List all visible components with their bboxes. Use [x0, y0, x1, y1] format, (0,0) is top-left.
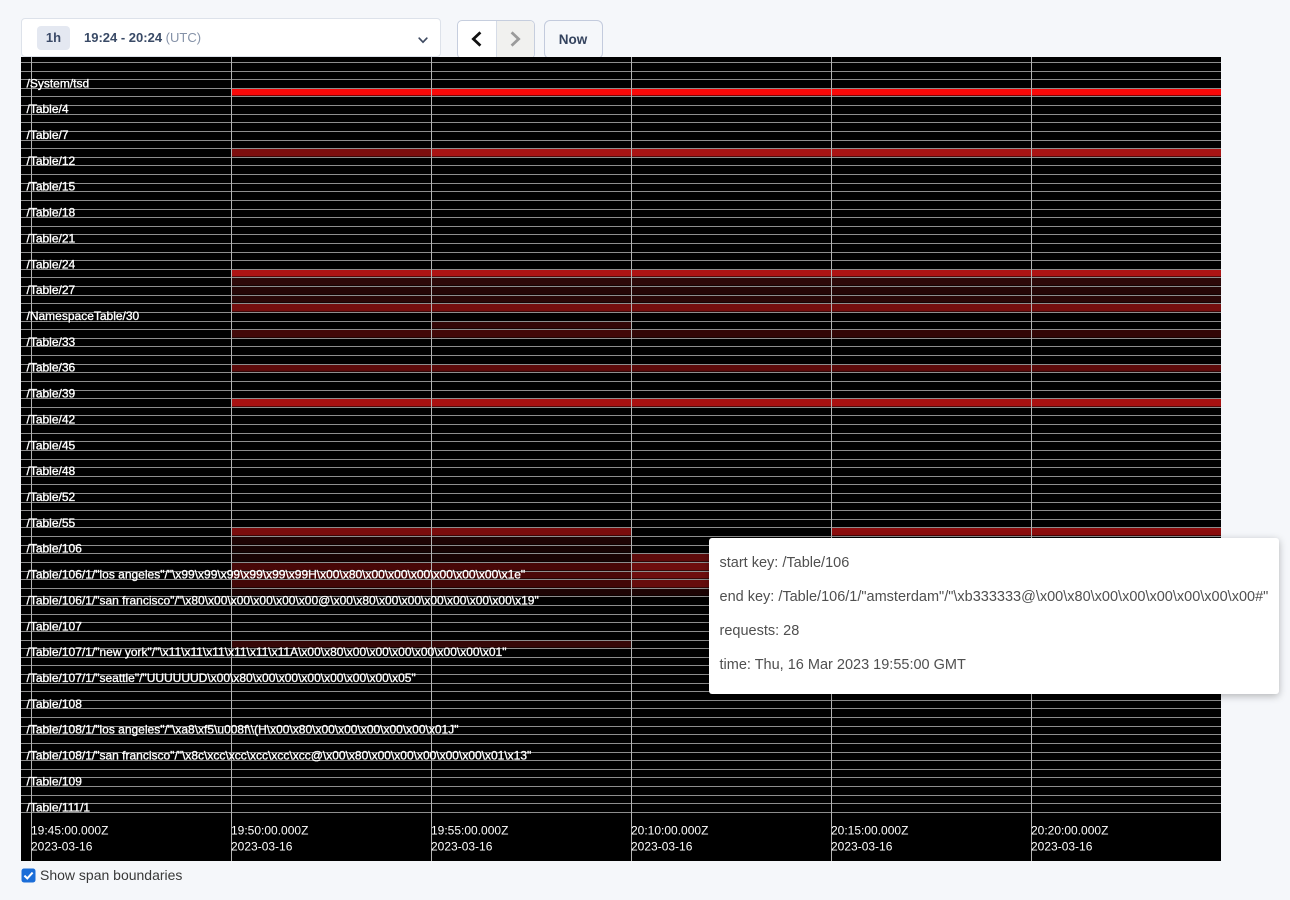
svg-text:2023-03-16: 2023-03-16 [1031, 840, 1093, 854]
svg-text:/Table/107/1/"new york"/"\x11\: /Table/107/1/"new york"/"\x11\x11\x11\x1… [27, 645, 507, 659]
svg-text:/System/tsd: /System/tsd [27, 76, 90, 90]
svg-text:/Table/52: /Table/52 [27, 490, 76, 504]
svg-text:/Table/15: /Table/15 [27, 180, 76, 194]
svg-text:/Table/48: /Table/48 [27, 464, 76, 478]
svg-text:/Table/108: /Table/108 [27, 697, 83, 711]
svg-text:/Table/21: /Table/21 [27, 231, 76, 245]
svg-text:/Table/109: /Table/109 [27, 774, 83, 788]
svg-text:19:50:00.000Z: 19:50:00.000Z [231, 824, 308, 838]
svg-text:2023-03-16: 2023-03-16 [631, 840, 693, 854]
svg-text:19:45:00.000Z: 19:45:00.000Z [31, 824, 108, 838]
svg-text:/Table/24: /Table/24 [27, 257, 76, 271]
svg-text:/Table/45: /Table/45 [27, 438, 76, 452]
svg-text:2023-03-16: 2023-03-16 [231, 840, 293, 854]
svg-text:/Table/18: /Table/18 [27, 206, 76, 220]
svg-text:20:20:00.000Z: 20:20:00.000Z [1031, 824, 1108, 838]
svg-text:20:10:00.000Z: 20:10:00.000Z [631, 824, 708, 838]
svg-text:/Table/108/1/"san francisco"/": /Table/108/1/"san francisco"/"\x8c\xcc\x… [27, 749, 532, 763]
svg-text:/Table/107: /Table/107 [27, 619, 83, 633]
svg-text:/Table/107/1/"seattle"/"UUUUUU: /Table/107/1/"seattle"/"UUUUUUD\x00\x80\… [27, 671, 416, 685]
svg-text:/Table/42: /Table/42 [27, 412, 76, 426]
svg-text:/Table/39: /Table/39 [27, 387, 76, 401]
svg-text:/Table/111/1: /Table/111/1 [27, 800, 91, 814]
svg-text:19:55:00.000Z: 19:55:00.000Z [431, 824, 508, 838]
svg-text:/Table/108/1/"los angeles"/"\x: /Table/108/1/"los angeles"/"\xa8\xf5\u00… [27, 723, 459, 737]
svg-text:/Table/55: /Table/55 [27, 516, 76, 530]
svg-text:/Table/12: /Table/12 [27, 154, 76, 168]
svg-text:20:15:00.000Z: 20:15:00.000Z [831, 824, 908, 838]
svg-text:/Table/106: /Table/106 [27, 542, 83, 556]
svg-text:/NamespaceTable/30: /NamespaceTable/30 [27, 309, 140, 323]
svg-text:2023-03-16: 2023-03-16 [431, 840, 493, 854]
svg-text:2023-03-16: 2023-03-16 [31, 840, 93, 854]
svg-text:/Table/7: /Table/7 [27, 128, 69, 142]
svg-text:2023-03-16: 2023-03-16 [831, 840, 893, 854]
svg-text:/Table/4: /Table/4 [27, 102, 69, 116]
svg-text:/Table/106/1/"los angeles"/"\x: /Table/106/1/"los angeles"/"\x99\x99\x99… [27, 568, 526, 582]
svg-text:/Table/27: /Table/27 [27, 283, 76, 297]
svg-text:/Table/33: /Table/33 [27, 335, 76, 349]
svg-text:/Table/36: /Table/36 [27, 361, 76, 375]
svg-text:/Table/106/1/"san francisco"/": /Table/106/1/"san francisco"/"\x80\x00\x… [27, 593, 539, 607]
